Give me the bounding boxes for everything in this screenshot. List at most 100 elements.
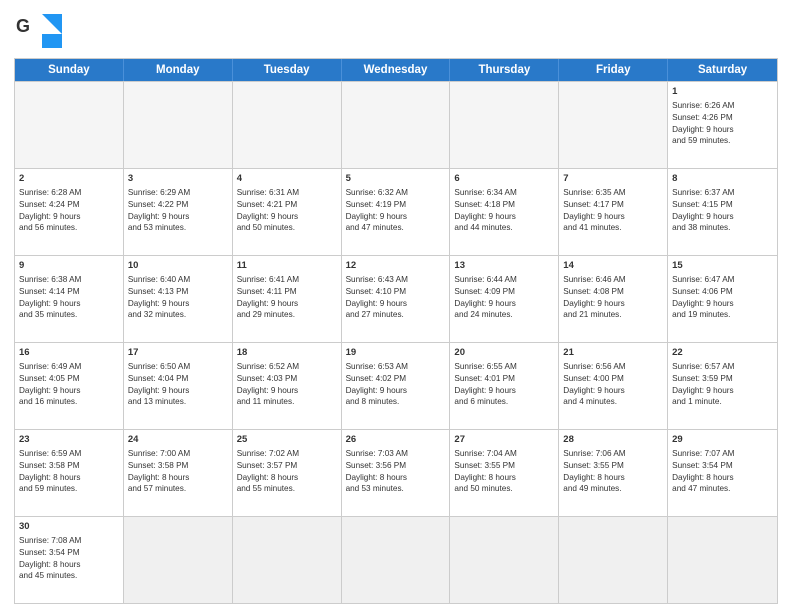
day-number: 28 bbox=[563, 433, 663, 447]
day-info-line: and 44 minutes. bbox=[454, 222, 554, 234]
day-info-line: Sunset: 4:08 PM bbox=[563, 286, 663, 298]
calendar-cell bbox=[233, 517, 342, 603]
day-number: 17 bbox=[128, 346, 228, 360]
day-info-line: Daylight: 9 hours bbox=[346, 211, 446, 223]
day-info-line: Daylight: 9 hours bbox=[19, 211, 119, 223]
day-info-line: Daylight: 9 hours bbox=[237, 211, 337, 223]
calendar-cell bbox=[233, 82, 342, 168]
day-info-line: Sunset: 4:14 PM bbox=[19, 286, 119, 298]
day-info-line: Daylight: 9 hours bbox=[128, 298, 228, 310]
calendar-cell bbox=[559, 82, 668, 168]
day-info-line: Daylight: 8 hours bbox=[128, 472, 228, 484]
day-info-line: and 19 minutes. bbox=[672, 309, 773, 321]
day-info-line: Sunrise: 6:35 AM bbox=[563, 187, 663, 199]
day-info-line: Sunset: 3:58 PM bbox=[19, 460, 119, 472]
day-info-line: and 11 minutes. bbox=[237, 396, 337, 408]
day-number: 14 bbox=[563, 259, 663, 273]
calendar-cell: 17Sunrise: 6:50 AMSunset: 4:04 PMDayligh… bbox=[124, 343, 233, 429]
day-info-line: and 56 minutes. bbox=[19, 222, 119, 234]
day-info-line: Sunrise: 6:31 AM bbox=[237, 187, 337, 199]
day-info-line: and 47 minutes. bbox=[346, 222, 446, 234]
day-info-line: Daylight: 9 hours bbox=[563, 211, 663, 223]
day-info-line: Daylight: 8 hours bbox=[346, 472, 446, 484]
day-info-line: Daylight: 8 hours bbox=[454, 472, 554, 484]
day-number: 9 bbox=[19, 259, 119, 273]
day-info-line: Sunrise: 6:49 AM bbox=[19, 361, 119, 373]
day-number: 20 bbox=[454, 346, 554, 360]
day-info-line: Sunset: 4:15 PM bbox=[672, 199, 773, 211]
page-header: G bbox=[14, 10, 778, 52]
day-info-line: Sunset: 4:06 PM bbox=[672, 286, 773, 298]
day-info-line: Sunrise: 7:07 AM bbox=[672, 448, 773, 460]
day-info-line: and 4 minutes. bbox=[563, 396, 663, 408]
day-info-line: Sunrise: 6:46 AM bbox=[563, 274, 663, 286]
day-number: 16 bbox=[19, 346, 119, 360]
day-number: 19 bbox=[346, 346, 446, 360]
day-info-line: Sunrise: 6:40 AM bbox=[128, 274, 228, 286]
day-info-line: Sunrise: 6:56 AM bbox=[563, 361, 663, 373]
day-info-line: and 45 minutes. bbox=[19, 570, 119, 582]
day-info-line: Sunset: 4:04 PM bbox=[128, 373, 228, 385]
day-info-line: and 41 minutes. bbox=[563, 222, 663, 234]
day-info-line: Sunset: 4:01 PM bbox=[454, 373, 554, 385]
day-info-line: and 53 minutes. bbox=[128, 222, 228, 234]
day-info-line: Daylight: 9 hours bbox=[563, 298, 663, 310]
day-number: 21 bbox=[563, 346, 663, 360]
day-number: 4 bbox=[237, 172, 337, 186]
header-tuesday: Tuesday bbox=[233, 59, 342, 81]
day-info-line: and 50 minutes. bbox=[237, 222, 337, 234]
header-friday: Friday bbox=[559, 59, 668, 81]
day-info-line: Sunset: 4:19 PM bbox=[346, 199, 446, 211]
calendar-cell bbox=[450, 82, 559, 168]
day-info-line: Daylight: 8 hours bbox=[672, 472, 773, 484]
day-info-line: Daylight: 9 hours bbox=[19, 298, 119, 310]
day-info-line: Daylight: 9 hours bbox=[672, 211, 773, 223]
day-info-line: Sunrise: 6:47 AM bbox=[672, 274, 773, 286]
day-info-line: Sunrise: 6:41 AM bbox=[237, 274, 337, 286]
calendar-cell: 30Sunrise: 7:08 AMSunset: 3:54 PMDayligh… bbox=[15, 517, 124, 603]
day-number: 8 bbox=[672, 172, 773, 186]
day-info-line: and 32 minutes. bbox=[128, 309, 228, 321]
day-info-line: Daylight: 8 hours bbox=[19, 559, 119, 571]
calendar-cell: 3Sunrise: 6:29 AMSunset: 4:22 PMDaylight… bbox=[124, 169, 233, 255]
day-number: 7 bbox=[563, 172, 663, 186]
day-info-line: and 8 minutes. bbox=[346, 396, 446, 408]
day-info-line: Sunset: 4:03 PM bbox=[237, 373, 337, 385]
day-info-line: Daylight: 9 hours bbox=[454, 385, 554, 397]
week-row-6: 30Sunrise: 7:08 AMSunset: 3:54 PMDayligh… bbox=[15, 516, 777, 603]
day-info-line: Sunrise: 6:50 AM bbox=[128, 361, 228, 373]
day-info-line: Sunrise: 6:34 AM bbox=[454, 187, 554, 199]
calendar-cell bbox=[342, 517, 451, 603]
calendar-cell: 24Sunrise: 7:00 AMSunset: 3:58 PMDayligh… bbox=[124, 430, 233, 516]
header-monday: Monday bbox=[124, 59, 233, 81]
day-info-line: Sunrise: 6:26 AM bbox=[672, 100, 773, 112]
calendar-cell bbox=[668, 517, 777, 603]
day-info-line: Sunrise: 7:04 AM bbox=[454, 448, 554, 460]
calendar-cell: 23Sunrise: 6:59 AMSunset: 3:58 PMDayligh… bbox=[15, 430, 124, 516]
day-info-line: Sunset: 4:22 PM bbox=[128, 199, 228, 211]
day-info-line: Sunrise: 6:37 AM bbox=[672, 187, 773, 199]
week-row-3: 9Sunrise: 6:38 AMSunset: 4:14 PMDaylight… bbox=[15, 255, 777, 342]
day-info-line: Sunrise: 7:06 AM bbox=[563, 448, 663, 460]
day-info-line: Daylight: 9 hours bbox=[346, 298, 446, 310]
calendar-cell: 18Sunrise: 6:52 AMSunset: 4:03 PMDayligh… bbox=[233, 343, 342, 429]
day-info-line: Sunset: 4:24 PM bbox=[19, 199, 119, 211]
calendar-cell: 5Sunrise: 6:32 AMSunset: 4:19 PMDaylight… bbox=[342, 169, 451, 255]
calendar-cell: 20Sunrise: 6:55 AMSunset: 4:01 PMDayligh… bbox=[450, 343, 559, 429]
calendar-cell: 1Sunrise: 6:26 AMSunset: 4:26 PMDaylight… bbox=[668, 82, 777, 168]
calendar-cell: 21Sunrise: 6:56 AMSunset: 4:00 PMDayligh… bbox=[559, 343, 668, 429]
calendar-cell: 19Sunrise: 6:53 AMSunset: 4:02 PMDayligh… bbox=[342, 343, 451, 429]
day-info-line: Daylight: 9 hours bbox=[563, 385, 663, 397]
week-row-2: 2Sunrise: 6:28 AMSunset: 4:24 PMDaylight… bbox=[15, 168, 777, 255]
day-info-line: Sunset: 4:05 PM bbox=[19, 373, 119, 385]
day-number: 22 bbox=[672, 346, 773, 360]
day-info-line: Daylight: 9 hours bbox=[19, 385, 119, 397]
calendar-cell: 11Sunrise: 6:41 AMSunset: 4:11 PMDayligh… bbox=[233, 256, 342, 342]
day-info-line: and 53 minutes. bbox=[346, 483, 446, 495]
day-info-line: Sunset: 4:17 PM bbox=[563, 199, 663, 211]
day-info-line: Sunrise: 6:44 AM bbox=[454, 274, 554, 286]
calendar-cell: 22Sunrise: 6:57 AMSunset: 3:59 PMDayligh… bbox=[668, 343, 777, 429]
header-wednesday: Wednesday bbox=[342, 59, 451, 81]
day-number: 5 bbox=[346, 172, 446, 186]
day-info-line: Daylight: 8 hours bbox=[237, 472, 337, 484]
